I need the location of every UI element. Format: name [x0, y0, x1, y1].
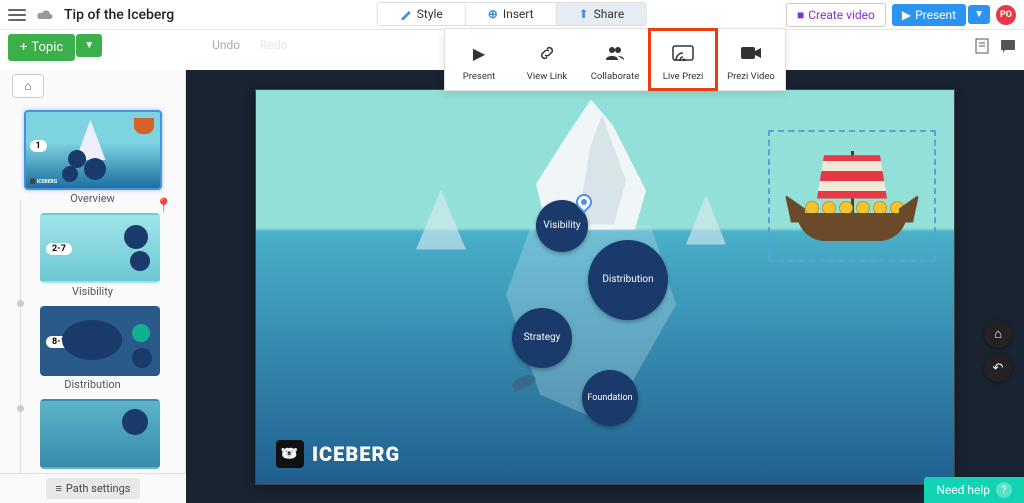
share-collaborate-label: Collaborate — [585, 71, 645, 82]
bubble-distribution[interactable]: Distribution — [588, 240, 668, 320]
canvas-float-buttons: ⌂ ↶ — [984, 320, 1012, 382]
logo-text: ICEBERG — [312, 442, 400, 466]
thumb-overview[interactable]: 1 ⬛ ICEBERG — [24, 110, 162, 190]
tab-style[interactable]: Style — [378, 3, 466, 25]
present-label: Present — [915, 8, 956, 22]
path-settings-label: Path settings — [66, 482, 131, 495]
need-help-label: Need help — [936, 483, 990, 497]
share-present-label: Present — [449, 71, 509, 82]
play-icon: ▶ — [902, 8, 911, 22]
tab-insert-label: Insert — [503, 7, 534, 21]
redo-button[interactable]: Redo — [260, 38, 287, 52]
share-prezi-video[interactable]: Prezi Video — [717, 29, 785, 90]
iceberg-logo: 🐻‍❄️ ICEBERG — [276, 440, 400, 468]
menu-icon[interactable] — [8, 9, 26, 21]
tab-share-label: Share — [594, 7, 625, 21]
path-settings-button[interactable]: ≡ Path settings — [46, 478, 141, 499]
thumb-visibility[interactable]: 2-7 — [40, 213, 160, 283]
plus-icon: ⊕ — [488, 7, 498, 21]
timeline-line — [20, 200, 21, 473]
canvas-tools — [974, 38, 1016, 54]
home-view-button[interactable]: ⌂ — [984, 320, 1012, 348]
topic-dropdown[interactable]: ▼ — [76, 34, 102, 57]
small-iceberg-icon — [686, 195, 726, 245]
bubble-strategy[interactable]: Strategy — [512, 308, 572, 368]
share-view-link-label: View Link — [517, 71, 577, 82]
top-right-actions: ■ Create video ▶ Present ▼ PO — [786, 3, 1016, 27]
viking-ship-icon — [797, 151, 907, 241]
undo-redo-group: Undo Redo — [212, 38, 287, 52]
plus-icon: + — [20, 40, 27, 55]
share-live-prezi[interactable]: Live Prezi — [649, 29, 717, 90]
presentation-title[interactable]: Tip of the Iceberg — [64, 7, 174, 23]
bubble-visibility-label: Visibility — [543, 220, 580, 231]
thumb-badge: 1 — [30, 140, 47, 152]
ship-selection-box[interactable] — [768, 130, 936, 262]
bubble-foundation[interactable]: Foundation — [582, 370, 638, 426]
need-help-button[interactable]: Need help ? — [924, 477, 1024, 503]
top-bar: Tip of the Iceberg Style ⊕ Insert ⬆ Shar… — [0, 0, 1024, 30]
ship-mini-icon — [134, 118, 154, 134]
share-present[interactable]: ▶ Present — [445, 29, 513, 90]
notes-icon[interactable] — [974, 38, 990, 54]
present-dropdown[interactable]: ▼ — [968, 5, 990, 24]
present-button[interactable]: ▶ Present — [892, 4, 966, 26]
undo-button[interactable]: Undo — [212, 38, 240, 52]
video-icon — [721, 41, 781, 65]
thumb-visibility-label: Visibility — [12, 285, 173, 298]
add-topic-button[interactable]: + Topic — [8, 34, 75, 61]
timeline-dot — [17, 300, 24, 307]
presentation-canvas[interactable]: Visibility Distribution Strategy Foundat… — [255, 89, 955, 485]
home-button[interactable]: ⌂ — [12, 74, 44, 98]
logo-square-icon: 🐻‍❄️ — [276, 440, 304, 468]
thumb-overview-label: Overview — [12, 192, 173, 205]
create-video-button[interactable]: ■ Create video — [786, 3, 886, 27]
tab-style-label: Style — [417, 7, 443, 21]
comments-icon[interactable] — [1000, 38, 1016, 54]
small-iceberg-icon — [416, 190, 466, 250]
thumb-partial[interactable] — [40, 399, 160, 469]
bubble-distribution-label: Distribution — [602, 274, 653, 285]
back-button[interactable]: ↶ — [984, 354, 1012, 382]
thumb-distribution-label: Distribution — [12, 378, 173, 391]
timeline-dot — [17, 405, 24, 412]
slide-panel: ⌂ 1 ⬛ ICEBERG Overview 📍 2-7 Visibility … — [0, 70, 186, 473]
mode-tabs: Style ⊕ Insert ⬆ Share — [377, 2, 647, 26]
thumb-badge: 2-7 — [46, 243, 72, 255]
share-dropdown-menu: ▶ Present View Link Collaborate Live Pre… — [444, 28, 786, 91]
topic-label: Topic — [31, 40, 63, 55]
thumb-distribution[interactable]: 8-15 — [40, 306, 160, 376]
share-view-link[interactable]: View Link — [513, 29, 581, 90]
path-icon: ≡ — [56, 482, 62, 495]
people-icon — [585, 41, 645, 65]
create-video-label: Create video — [808, 8, 875, 22]
bubble-strategy-label: Strategy — [524, 332, 561, 343]
wand-icon — [400, 8, 412, 20]
cloud-sync-icon[interactable] — [36, 9, 54, 21]
canvas-area: Visibility Distribution Strategy Foundat… — [186, 70, 1024, 503]
share-collaborate[interactable]: Collaborate — [581, 29, 649, 90]
play-icon: ▶ — [449, 41, 509, 65]
tab-share[interactable]: ⬆ Share — [557, 3, 647, 25]
bubble-visibility[interactable]: Visibility — [536, 200, 588, 252]
bubble-foundation-label: Foundation — [587, 393, 632, 403]
broadcast-icon — [653, 41, 713, 65]
tab-insert[interactable]: ⊕ Insert — [466, 3, 557, 25]
location-pin-icon[interactable]: 📍 — [155, 198, 172, 214]
share-prezi-video-label: Prezi Video — [721, 71, 781, 82]
user-avatar[interactable]: PO — [996, 5, 1016, 25]
bottom-bar: ≡ Path settings — [0, 473, 186, 503]
upload-icon: ⬆ — [579, 7, 589, 21]
link-icon — [517, 41, 577, 65]
share-live-prezi-label: Live Prezi — [653, 71, 713, 82]
help-icon: ? — [996, 482, 1012, 498]
video-camera-icon: ■ — [797, 8, 804, 22]
